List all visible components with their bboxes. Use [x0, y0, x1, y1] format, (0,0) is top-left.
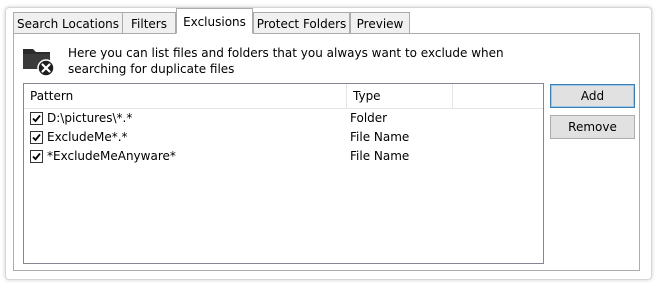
list-item[interactable]: ExcludeMe*.* File Name: [24, 128, 543, 147]
row-checkbox[interactable]: [30, 112, 43, 125]
row-checkbox[interactable]: [30, 150, 43, 163]
column-header-pattern[interactable]: Pattern: [24, 84, 347, 108]
checkmark-icon: [32, 133, 41, 142]
list-item[interactable]: *ExcludeMeAnyware* File Name: [24, 147, 543, 166]
row-type: File Name: [350, 149, 410, 163]
folder-remove-icon: [23, 49, 55, 77]
row-type: Folder: [350, 111, 388, 125]
tab-protect-folders[interactable]: Protect Folders: [253, 12, 350, 34]
row-checkbox[interactable]: [30, 131, 43, 144]
list-header: Pattern Type: [24, 84, 543, 109]
tab-search-locations[interactable]: Search Locations: [13, 12, 123, 34]
tab-exclusions[interactable]: Exclusions: [176, 8, 253, 34]
exclusions-description: Here you can list files and folders that…: [68, 46, 504, 76]
row-pattern: *ExcludeMeAnyware*: [47, 149, 176, 163]
remove-button[interactable]: Remove: [550, 115, 635, 139]
row-pattern: D:\pictures\*.*: [47, 111, 133, 125]
add-button[interactable]: Add: [550, 84, 635, 108]
tab-filters[interactable]: Filters: [122, 12, 176, 34]
checkmark-icon: [32, 114, 41, 123]
row-type: File Name: [350, 130, 410, 144]
tab-preview[interactable]: Preview: [350, 12, 410, 34]
list-item[interactable]: D:\pictures\*.* Folder: [24, 109, 543, 128]
column-header-type[interactable]: Type: [347, 84, 453, 108]
checkmark-icon: [32, 152, 41, 161]
exclusions-list[interactable]: Pattern Type D:\pictures\*.* Folder Excl…: [23, 83, 544, 264]
row-pattern: ExcludeMe*.*: [47, 130, 128, 144]
